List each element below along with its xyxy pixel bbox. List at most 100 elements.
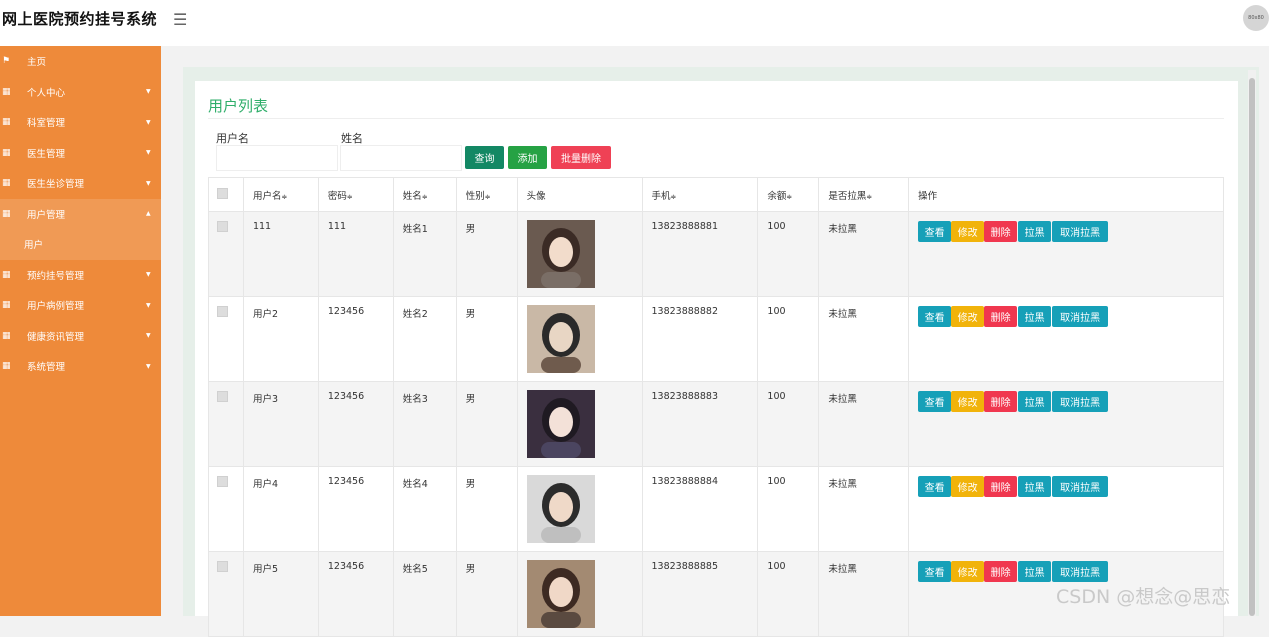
column-header[interactable]: 手机≑ xyxy=(641,177,759,212)
row-checkbox[interactable] xyxy=(217,221,228,232)
delete-button[interactable]: 删除 xyxy=(984,221,1018,242)
sort-icon[interactable]: ≑ xyxy=(347,193,353,201)
delete-button[interactable]: 删除 xyxy=(984,561,1018,582)
sort-icon[interactable]: ≑ xyxy=(281,193,287,201)
sidebar-item-label: 预约挂号管理 xyxy=(27,270,85,282)
cell-gender: 男 xyxy=(455,381,518,467)
row-actions: 查看 修改 删除 拉黑 取消拉黑 xyxy=(918,561,1223,582)
sidebar-item-2[interactable]: ▦ 科室管理 ▼ xyxy=(0,107,161,138)
username-search-input[interactable] xyxy=(216,145,338,171)
sort-icon[interactable]: ≑ xyxy=(422,193,428,201)
cell-name: 姓名1 xyxy=(392,211,457,297)
sidebar-item-4[interactable]: ▦ 医生坐诊管理 ▼ xyxy=(0,168,161,199)
row-checkbox[interactable] xyxy=(217,561,228,572)
cell-balance: 100 xyxy=(757,466,820,552)
edit-button[interactable]: 修改 xyxy=(951,306,985,327)
scrollbar-thumb[interactable] xyxy=(1249,78,1255,616)
column-header[interactable]: 余额≑ xyxy=(757,177,820,212)
cell-blacklisted: 未拉黑 xyxy=(818,381,910,467)
add-button[interactable]: 添加 xyxy=(508,146,547,169)
sort-icon[interactable]: ≑ xyxy=(671,193,677,201)
sidebar-item-label: 用户病例管理 xyxy=(27,301,85,313)
sidebar-item-3[interactable]: ▦ 医生管理 ▼ xyxy=(0,138,161,169)
view-button[interactable]: 查看 xyxy=(918,306,952,327)
cell-balance: 100 xyxy=(757,381,820,467)
cell-password: 123456 xyxy=(317,296,394,382)
view-button[interactable]: 查看 xyxy=(918,391,952,412)
view-button[interactable]: 查看 xyxy=(918,476,952,497)
column-header[interactable]: 性别≑ xyxy=(455,177,518,212)
sidebar-item-0[interactable]: ⚑ 主页 xyxy=(0,46,161,77)
sidebar-item-9[interactable]: ▦ 系统管理 ▼ xyxy=(0,351,161,382)
sort-icon[interactable]: ≑ xyxy=(786,193,792,201)
row-checkbox-cell xyxy=(208,466,244,552)
column-header[interactable]: 密码≑ xyxy=(317,177,394,212)
row-checkbox[interactable] xyxy=(217,391,228,402)
column-header[interactable]: 姓名≑ xyxy=(392,177,457,212)
avatar[interactable]: 80x80 xyxy=(1243,5,1269,31)
sidebar-item-8[interactable]: ▦ 健康资讯管理 ▼ xyxy=(0,321,161,352)
table-row: 用户2 123456 姓名2 男 13823888882 100 未拉黑 查看 修改 删除 拉黑 取消… xyxy=(208,296,1224,382)
unblacklist-button[interactable]: 取消拉黑 xyxy=(1052,221,1109,242)
edit-button[interactable]: 修改 xyxy=(951,476,985,497)
column-header[interactable]: 用户名≑ xyxy=(242,177,319,212)
cell-username: 111 xyxy=(242,211,319,297)
sidebar-item-label: 个人中心 xyxy=(27,87,66,99)
edit-button[interactable]: 修改 xyxy=(951,221,985,242)
cell-username: 用户5 xyxy=(242,551,319,637)
sidebar-subitem-users[interactable]: 用户 xyxy=(0,229,161,260)
cell-gender: 男 xyxy=(455,211,518,297)
cell-gender: 男 xyxy=(455,466,518,552)
grid-icon: ▦ xyxy=(2,147,11,158)
watermark: CSDN @想念@思恋 xyxy=(1056,586,1231,608)
top-bar: 网上医院预约挂号系统 ☰ 80x80 xyxy=(0,0,1269,46)
hamburger-icon[interactable]: ☰ xyxy=(173,10,187,29)
cell-password: 123456 xyxy=(317,381,394,467)
sidebar-item-6[interactable]: ▦ 预约挂号管理 ▼ xyxy=(0,260,161,291)
sidebar-item-5[interactable]: ▦ 用户管理 ▲ xyxy=(0,198,161,229)
unblacklist-button[interactable]: 取消拉黑 xyxy=(1052,476,1109,497)
column-header[interactable]: 是否拉黑≑ xyxy=(818,177,910,212)
actions-cell: 查看 修改 删除 拉黑 取消拉黑 xyxy=(908,466,1224,552)
blacklist-button[interactable]: 拉黑 xyxy=(1018,306,1052,327)
chevron-down-icon: ▼ xyxy=(146,179,151,187)
cell-blacklisted: 未拉黑 xyxy=(818,296,910,382)
cell-gender: 男 xyxy=(455,551,518,637)
sidebar-item-7[interactable]: ▦ 用户病例管理 ▼ xyxy=(0,290,161,321)
user-avatar-image xyxy=(526,475,595,543)
row-checkbox[interactable] xyxy=(217,306,228,317)
blacklist-button[interactable]: 拉黑 xyxy=(1018,561,1052,582)
unblacklist-button[interactable]: 取消拉黑 xyxy=(1052,306,1109,327)
query-button[interactable]: 查询 xyxy=(465,146,504,169)
edit-button[interactable]: 修改 xyxy=(951,561,985,582)
cell-blacklisted: 未拉黑 xyxy=(818,211,910,297)
sidebar-item-label: 主页 xyxy=(27,57,47,69)
unblacklist-button[interactable]: 取消拉黑 xyxy=(1052,561,1109,582)
grid-icon: ▦ xyxy=(2,208,11,219)
chevron-down-icon: ▼ xyxy=(146,271,151,279)
row-checkbox-cell xyxy=(208,211,244,297)
select-all-checkbox[interactable] xyxy=(217,187,228,199)
sort-icon[interactable]: ≑ xyxy=(485,193,491,201)
column-header-label: 用户名 xyxy=(252,190,282,202)
row-checkbox[interactable] xyxy=(217,476,228,487)
blacklist-button[interactable]: 拉黑 xyxy=(1018,221,1052,242)
name-search-input[interactable] xyxy=(340,145,462,171)
edit-button[interactable]: 修改 xyxy=(951,391,985,412)
blacklist-button[interactable]: 拉黑 xyxy=(1018,476,1052,497)
delete-button[interactable]: 删除 xyxy=(984,391,1018,412)
sidebar-item-1[interactable]: ▦ 个人中心 ▼ xyxy=(0,77,161,108)
view-button[interactable]: 查看 xyxy=(918,561,952,582)
view-button[interactable]: 查看 xyxy=(918,221,952,242)
delete-button[interactable]: 删除 xyxy=(984,476,1018,497)
sort-icon[interactable]: ≑ xyxy=(866,193,872,201)
blacklist-button[interactable]: 拉黑 xyxy=(1018,391,1052,412)
cell-name: 姓名2 xyxy=(392,296,457,382)
unblacklist-button[interactable]: 取消拉黑 xyxy=(1052,391,1109,412)
user-avatar-image xyxy=(526,305,595,373)
batch-delete-button[interactable]: 批量删除 xyxy=(551,146,611,169)
delete-button[interactable]: 删除 xyxy=(984,306,1018,327)
username-label: 用户名 xyxy=(216,132,249,145)
divider xyxy=(208,118,1224,119)
column-header[interactable] xyxy=(208,177,244,212)
